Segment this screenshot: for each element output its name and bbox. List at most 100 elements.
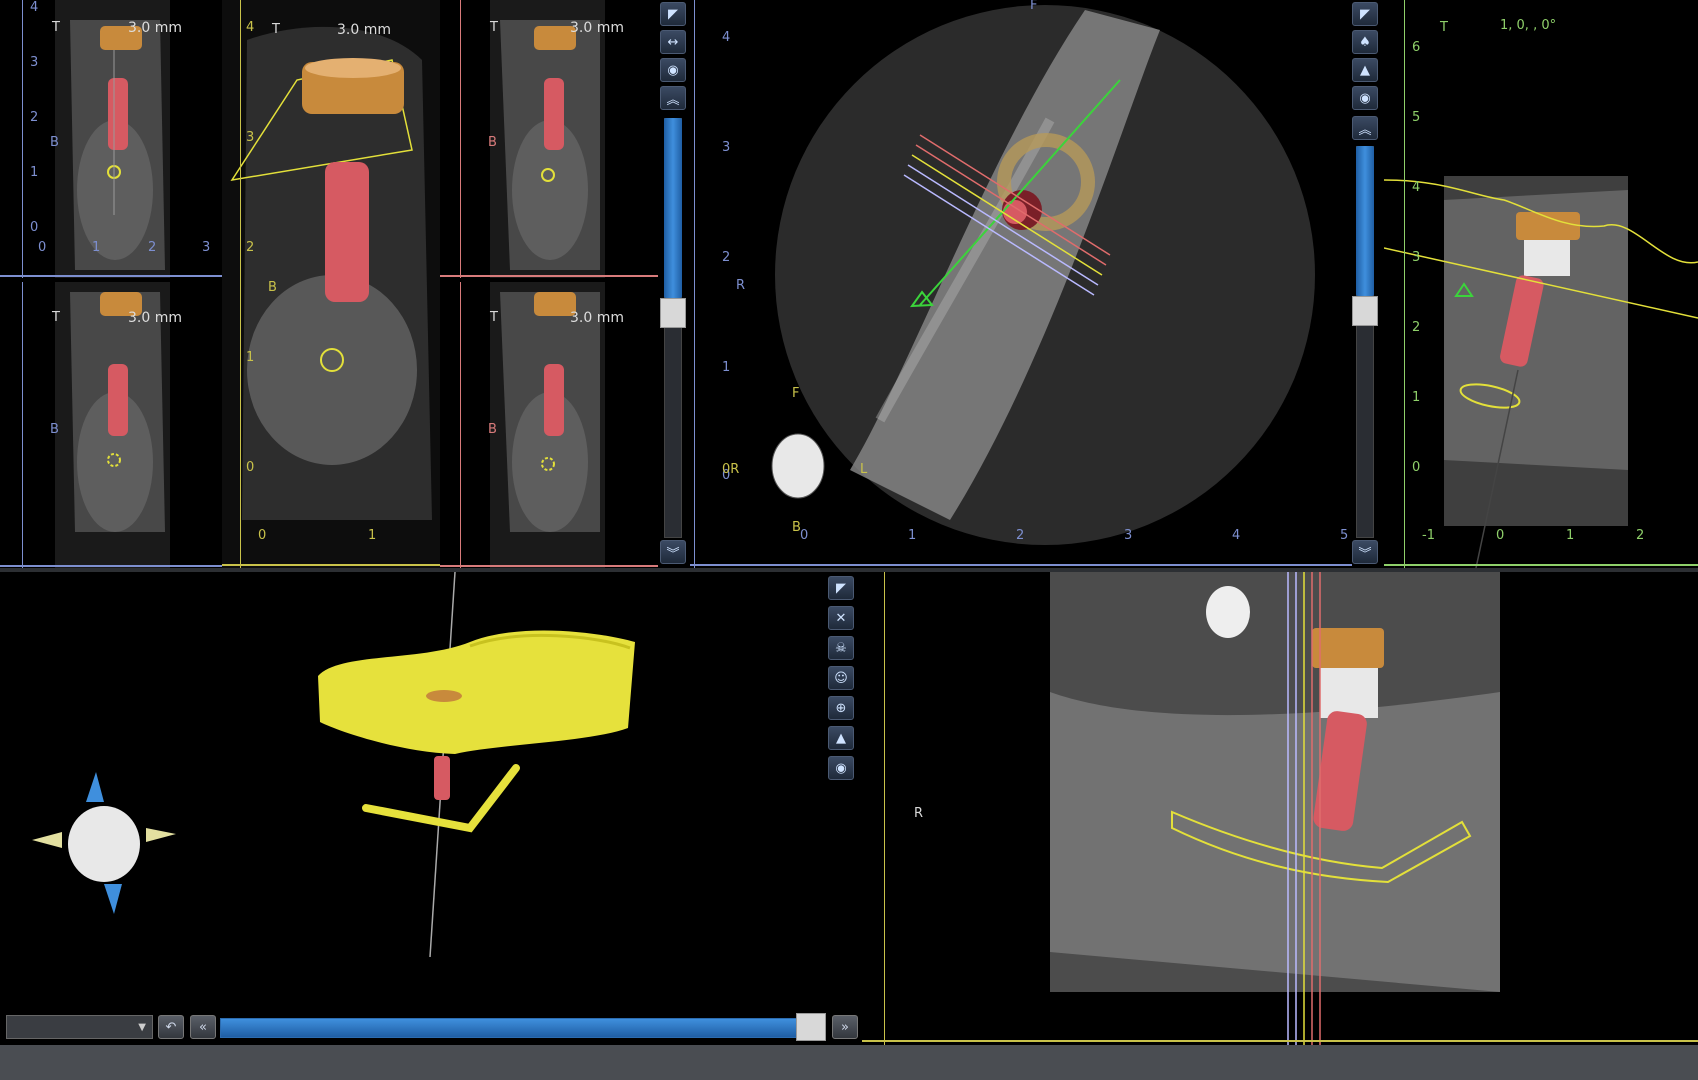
face-icon[interactable]: ☺ — [828, 666, 854, 690]
axial-image — [771, 5, 1315, 545]
axial-view[interactable]: 4 3 2 1 0 0 1 2 3 4 5 F R F 0R L B — [690, 0, 1352, 568]
tick-label: 3 — [1412, 250, 1421, 265]
eye-icon[interactable]: ◉ — [660, 58, 686, 82]
tick-label: 5 — [1340, 528, 1349, 543]
tick-label: 1 — [1412, 390, 1421, 405]
up-chevron-icon[interactable]: ︽ — [1352, 116, 1378, 140]
orientation-top-label: F — [1030, 0, 1038, 13]
down-chevron-icon[interactable]: ︾ — [660, 540, 686, 564]
y-ruler — [440, 0, 461, 278]
arrow-icon[interactable]: ◤ — [828, 576, 854, 600]
orientation-back-marker: B — [792, 520, 801, 535]
y-ruler — [694, 0, 715, 568]
top-label: T — [490, 310, 498, 325]
side-label: B — [268, 280, 277, 295]
forward-icon[interactable]: » — [832, 1015, 858, 1039]
undo-icon[interactable]: ↶ — [158, 1015, 184, 1039]
mm-label: 3.0 mm — [570, 20, 624, 36]
tick-label: 3 — [202, 240, 211, 255]
vertical-slider-fill — [664, 118, 682, 298]
preset-dropdown[interactable]: ▼ — [6, 1015, 153, 1039]
y-ruler — [440, 282, 461, 568]
x-ruler — [0, 275, 222, 277]
down-chevron-icon[interactable]: ︾ — [1352, 540, 1378, 564]
chevron-down-icon: ▼ — [138, 1022, 146, 1033]
angle-readout: 1, 0, , 0° — [1500, 18, 1557, 33]
timeline-slider[interactable] — [220, 1018, 798, 1038]
tick-label: 4 — [1232, 528, 1241, 543]
mm-label: 3.0 mm — [570, 310, 624, 326]
side-label: B — [488, 422, 497, 437]
tick-label: 4 — [30, 0, 39, 15]
y-ruler — [2, 282, 23, 568]
cross-section-view-2[interactable]: T 3.0 mm B — [0, 282, 222, 568]
side-label: R — [914, 806, 924, 821]
top-label: T — [52, 310, 60, 325]
tick-label: 4 — [246, 20, 255, 35]
orientation-right-marker: 0R — [722, 462, 740, 477]
vertical-slider-fill — [1356, 146, 1374, 296]
y-ruler — [222, 0, 241, 568]
top-label: T — [1440, 20, 1448, 35]
3d-model-view[interactable] — [0, 572, 828, 1012]
tick-label: 3 — [246, 130, 255, 145]
tick-label: 1 — [368, 528, 377, 543]
terrain-icon[interactable]: ▲ — [1352, 58, 1378, 82]
x-ruler — [862, 1040, 1698, 1042]
vertical-slider-thumb[interactable] — [1352, 296, 1378, 326]
mm-label: 3.0 mm — [337, 22, 391, 38]
tick-label: 3 — [30, 55, 39, 70]
tick-label: 2 — [30, 110, 39, 125]
skull-icon[interactable]: ☠ — [828, 636, 854, 660]
cross-section-4-image — [490, 282, 605, 568]
tick-label: 2 — [722, 250, 731, 265]
x-ruler — [690, 564, 1352, 566]
mm-label: 3.0 mm — [128, 310, 182, 326]
eye-icon[interactable]: ◉ — [1352, 86, 1378, 110]
cross-section-view-3[interactable]: T 3.0 mm B — [440, 0, 658, 278]
top-label: T — [52, 20, 60, 35]
side-label: B — [50, 422, 59, 437]
cross-section-2-image — [55, 282, 170, 568]
tick-label: 6 — [1412, 40, 1421, 55]
tangential-view[interactable]: 6 5 4 3 2 1 0 -1 0 1 2 T 1, 0, , 0° — [1384, 0, 1698, 568]
side-label: B — [488, 135, 497, 150]
arrow-icon[interactable]: ◤ — [1352, 2, 1378, 26]
crop-icon[interactable]: ✕ — [828, 606, 854, 630]
x-ruler — [0, 565, 222, 567]
cross-section-view-4[interactable]: T 3.0 mm B — [440, 282, 658, 568]
rewind-icon[interactable]: « — [190, 1015, 216, 1039]
vertical-slider-thumb[interactable] — [660, 298, 686, 328]
tick-label: 1 — [722, 360, 731, 375]
cross-section-main-view[interactable]: 4 3 2 1 0 T 3.0 mm B 0 1 — [222, 0, 440, 568]
tick-label: 3 — [722, 140, 731, 155]
target-icon[interactable]: ⊕ — [828, 696, 854, 720]
x-ruler — [440, 275, 658, 277]
tick-label: 2 — [1636, 528, 1645, 543]
terrain-icon[interactable]: ▲ — [828, 726, 854, 750]
top-label: T — [490, 20, 498, 35]
top-label: T — [272, 22, 280, 37]
tick-label: 5 — [1412, 110, 1421, 125]
tick-label: 0 — [258, 528, 267, 543]
eye-icon[interactable]: ◉ — [828, 756, 854, 780]
panoramic-view[interactable]: R — [862, 572, 1698, 1045]
x-ruler — [222, 564, 440, 566]
x-ruler — [440, 565, 658, 567]
measure-icon[interactable]: ↔ — [660, 30, 686, 54]
cross-section-view-1[interactable]: T 3.0 mm B 4 3 2 1 0 0 1 2 3 — [0, 0, 222, 278]
tick-label: 2 — [1412, 320, 1421, 335]
tick-label: 0 — [800, 528, 809, 543]
cross-section-main-image — [222, 0, 440, 568]
orientation-left-marker: L — [860, 462, 868, 477]
tick-label: 1 — [246, 350, 255, 365]
tooth-icon[interactable]: ♠ — [1352, 30, 1378, 54]
cross-section-1-image — [55, 0, 170, 278]
arrow-icon[interactable]: ◤ — [660, 2, 686, 26]
tick-label: 0 — [1496, 528, 1505, 543]
tick-label: 3 — [1124, 528, 1133, 543]
up-chevron-icon[interactable]: ︽ — [660, 86, 686, 110]
timeline-slider-thumb[interactable] — [796, 1013, 826, 1041]
cross-section-3-image — [490, 0, 605, 278]
tick-label: 2 — [148, 240, 157, 255]
